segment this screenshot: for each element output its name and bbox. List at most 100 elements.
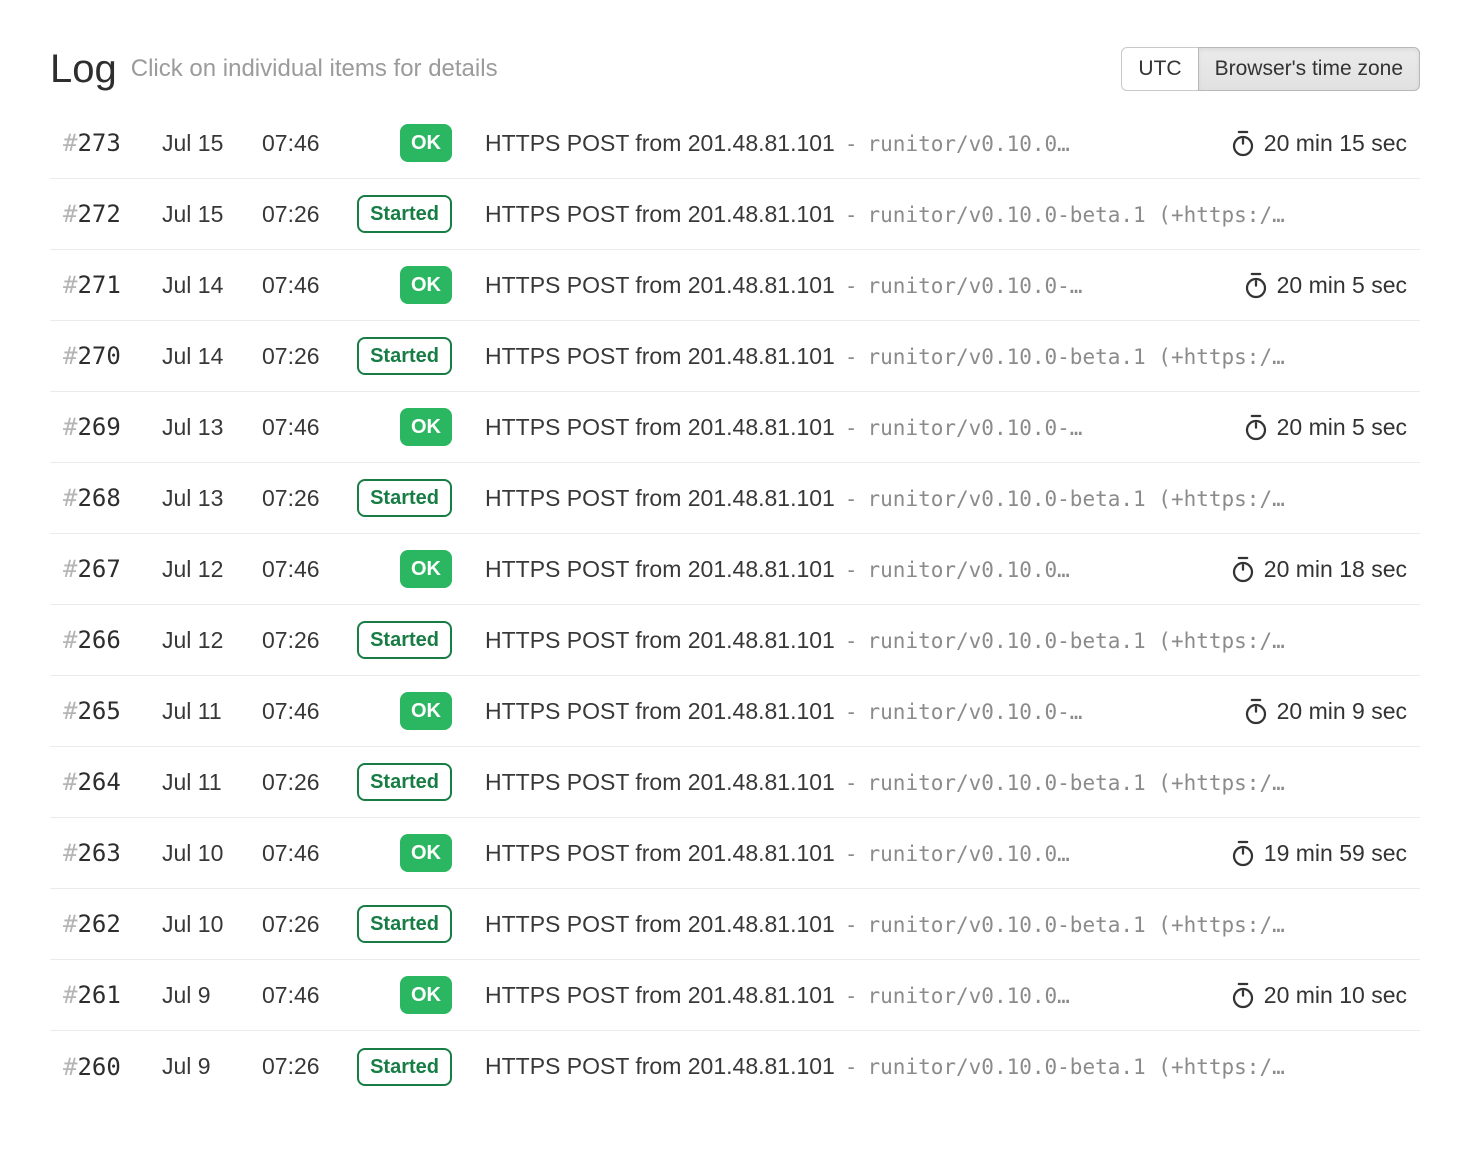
log-row[interactable]: #272 Jul 15 07:26 Started HTTPS POST fro… (50, 179, 1420, 250)
dash-separator: - (845, 913, 858, 937)
row-message: HTTPS POST from 201.48.81.101 (485, 130, 835, 156)
row-duration: 20 min 10 sec (1211, 982, 1407, 1009)
duration-text: 20 min 18 sec (1264, 556, 1407, 583)
log-row[interactable]: #265 Jul 11 07:46 OK HTTPS POST from 201… (50, 676, 1420, 747)
log-table: #273 Jul 15 07:46 OK HTTPS POST from 201… (50, 108, 1420, 1102)
user-agent-text: runitor/v0.10.0-… (868, 700, 1083, 724)
row-date: Jul 9 (162, 982, 262, 1009)
duration-text: 20 min 5 sec (1277, 414, 1407, 441)
row-duration: 20 min 15 sec (1211, 130, 1407, 157)
row-number-hash: # (63, 342, 77, 370)
status-badge: Started (357, 195, 452, 233)
stopwatch-icon (1231, 556, 1255, 583)
user-agent-text: runitor/v0.10.0… (868, 558, 1070, 582)
row-number-hash: # (63, 484, 77, 512)
log-row[interactable]: #273 Jul 15 07:46 OK HTTPS POST from 201… (50, 108, 1420, 179)
log-row[interactable]: #269 Jul 13 07:46 OK HTTPS POST from 201… (50, 392, 1420, 463)
row-date: Jul 10 (162, 911, 262, 938)
row-description: HTTPS POST from 201.48.81.101-runitor/v0… (485, 414, 1224, 441)
status-badge-cell: OK (340, 692, 452, 730)
status-badge-cell: OK (340, 266, 452, 304)
user-agent-text: runitor/v0.10.0-beta.1 (+https:/… (868, 345, 1285, 369)
utc-button[interactable]: UTC (1121, 47, 1198, 90)
row-number-hash: # (63, 555, 77, 583)
browser-timezone-button[interactable]: Browser's time zone (1198, 47, 1420, 90)
row-time: 07:46 (262, 556, 340, 583)
dash-separator: - (845, 771, 858, 795)
stopwatch-icon (1244, 272, 1268, 299)
status-badge: Started (357, 479, 452, 517)
user-agent-text: runitor/v0.10.0… (868, 842, 1070, 866)
log-row[interactable]: #261 Jul 9 07:46 OK HTTPS POST from 201.… (50, 960, 1420, 1031)
row-time: 07:26 (262, 1053, 340, 1080)
row-description: HTTPS POST from 201.48.81.101-runitor/v0… (485, 130, 1211, 157)
timezone-toggle: UTC Browser's time zone (1121, 47, 1420, 90)
row-number: 263 (77, 839, 120, 867)
row-date: Jul 14 (162, 343, 262, 370)
row-number-cell: #270 (63, 342, 162, 370)
status-badge-cell: OK (340, 408, 452, 446)
row-date: Jul 10 (162, 840, 262, 867)
page-header: Log Click on individual items for detail… (50, 44, 1420, 94)
row-number-cell: #269 (63, 413, 162, 441)
user-agent-text: runitor/v0.10.0-beta.1 (+https:/… (868, 203, 1285, 227)
status-badge: OK (400, 834, 452, 872)
dash-separator: - (845, 416, 858, 440)
row-time: 07:46 (262, 698, 340, 725)
row-number-cell: #262 (63, 910, 162, 938)
status-badge: OK (400, 976, 452, 1014)
dash-separator: - (845, 132, 858, 156)
row-number: 270 (77, 342, 120, 370)
row-time: 07:26 (262, 627, 340, 654)
user-agent-text: runitor/v0.10.0-… (868, 274, 1083, 298)
row-message: HTTPS POST from 201.48.81.101 (485, 769, 835, 795)
row-description: HTTPS POST from 201.48.81.101-runitor/v0… (485, 343, 1407, 370)
dash-separator: - (845, 700, 858, 724)
status-badge-cell: Started (340, 337, 452, 375)
row-description: HTTPS POST from 201.48.81.101-runitor/v0… (485, 840, 1211, 867)
log-row[interactable]: #260 Jul 9 07:26 Started HTTPS POST from… (50, 1031, 1420, 1102)
row-number-hash: # (63, 129, 77, 157)
log-row[interactable]: #271 Jul 14 07:46 OK HTTPS POST from 201… (50, 250, 1420, 321)
row-description: HTTPS POST from 201.48.81.101-runitor/v0… (485, 982, 1211, 1009)
row-date: Jul 15 (162, 201, 262, 228)
log-row[interactable]: #263 Jul 10 07:46 OK HTTPS POST from 201… (50, 818, 1420, 889)
row-number-hash: # (63, 910, 77, 938)
row-date: Jul 11 (162, 698, 262, 725)
row-description: HTTPS POST from 201.48.81.101-runitor/v0… (485, 556, 1211, 583)
status-badge: OK (400, 266, 452, 304)
duration-text: 20 min 15 sec (1264, 130, 1407, 157)
dash-separator: - (845, 1055, 858, 1079)
row-duration: 20 min 18 sec (1211, 556, 1407, 583)
row-number: 269 (77, 413, 120, 441)
log-row[interactable]: #264 Jul 11 07:26 Started HTTPS POST fro… (50, 747, 1420, 818)
log-page: Log Click on individual items for detail… (0, 44, 1470, 1102)
log-row[interactable]: #267 Jul 12 07:46 OK HTTPS POST from 201… (50, 534, 1420, 605)
log-row[interactable]: #270 Jul 14 07:26 Started HTTPS POST fro… (50, 321, 1420, 392)
dash-separator: - (845, 984, 858, 1008)
status-badge: Started (357, 621, 452, 659)
status-badge-cell: OK (340, 550, 452, 588)
dash-separator: - (845, 487, 858, 511)
stopwatch-icon (1231, 130, 1255, 157)
log-row[interactable]: #266 Jul 12 07:26 Started HTTPS POST fro… (50, 605, 1420, 676)
row-number-cell: #260 (63, 1053, 162, 1081)
row-description: HTTPS POST from 201.48.81.101-runitor/v0… (485, 769, 1407, 796)
log-row[interactable]: #262 Jul 10 07:26 Started HTTPS POST fro… (50, 889, 1420, 960)
row-number-hash: # (63, 413, 77, 441)
row-number-hash: # (63, 697, 77, 725)
log-row[interactable]: #268 Jul 13 07:26 Started HTTPS POST fro… (50, 463, 1420, 534)
row-description: HTTPS POST from 201.48.81.101-runitor/v0… (485, 485, 1407, 512)
row-description: HTTPS POST from 201.48.81.101-runitor/v0… (485, 627, 1407, 654)
row-time: 07:46 (262, 272, 340, 299)
row-message: HTTPS POST from 201.48.81.101 (485, 911, 835, 937)
status-badge: Started (357, 905, 452, 943)
row-message: HTTPS POST from 201.48.81.101 (485, 627, 835, 653)
user-agent-text: runitor/v0.10.0-beta.1 (+https:/… (868, 1055, 1285, 1079)
row-time: 07:26 (262, 343, 340, 370)
row-description: HTTPS POST from 201.48.81.101-runitor/v0… (485, 911, 1407, 938)
row-number-hash: # (63, 271, 77, 299)
status-badge: Started (357, 763, 452, 801)
row-message: HTTPS POST from 201.48.81.101 (485, 840, 835, 866)
row-time: 07:46 (262, 840, 340, 867)
